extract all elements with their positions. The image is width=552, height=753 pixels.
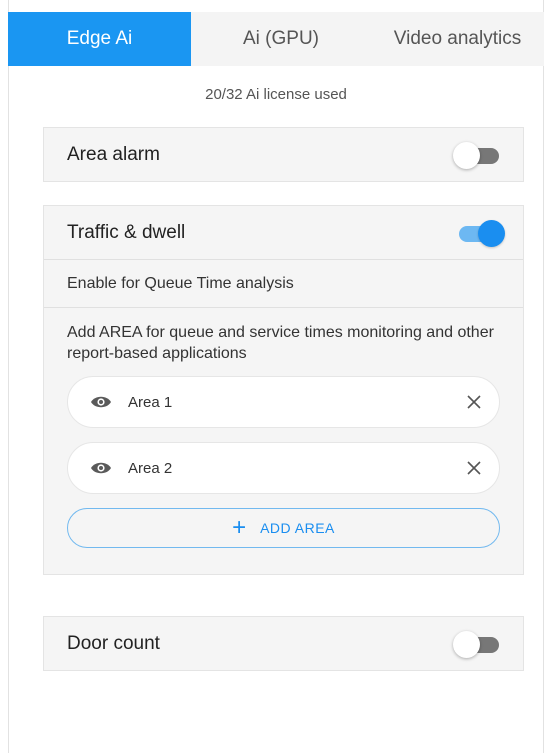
plus-icon: + [232,514,247,541]
toggle-knob [478,219,505,247]
add-area-button[interactable]: + ADD AREA [67,508,500,548]
license-usage-text: 20/32 Ai license used [205,86,347,103]
eye-icon[interactable] [90,461,112,475]
area-name: Area 1 [128,393,173,411]
queue-time-label: Enable for Queue Time analysis [67,274,294,292]
close-icon[interactable] [465,393,483,411]
area-list-item[interactable]: Area 2 [67,442,500,494]
door-count-header: Door count [44,617,523,670]
area-alarm-header: Area alarm [44,128,523,181]
door-count-title: Door count [67,632,160,654]
area-alarm-toggle[interactable] [453,141,503,169]
toggle-knob [453,141,480,169]
tab-edge-ai[interactable]: Edge Ai [8,12,191,66]
door-count-toggle[interactable] [453,630,503,658]
traffic-dwell-title: Traffic & dwell [67,221,186,243]
traffic-dwell-card: Traffic & dwell Enable for Queue Time an… [43,205,524,575]
area-list-item[interactable]: Area 1 [67,376,500,428]
toggle-knob [453,630,480,658]
tab-ai-gpu[interactable]: Ai (GPU) [191,12,371,66]
queue-time-row[interactable]: Enable for Queue Time analysis [44,259,523,307]
tab-bar: Edge Ai Ai (GPU) Video analytics [8,12,544,66]
eye-icon[interactable] [90,395,112,409]
areas-section: Add AREA for queue and service times mon… [44,307,523,574]
area-name: Area 2 [128,459,173,477]
traffic-dwell-header: Traffic & dwell [44,206,523,259]
tab-video-analytics[interactable]: Video analytics [371,12,544,66]
traffic-dwell-toggle[interactable] [453,219,505,247]
area-alarm-title: Area alarm [67,143,160,165]
door-count-card: Door count [43,616,524,671]
close-icon[interactable] [465,459,483,477]
add-area-label: ADD AREA [260,520,335,536]
areas-description: Add AREA for queue and service times mon… [67,324,494,362]
area-alarm-card: Area alarm [43,127,524,182]
